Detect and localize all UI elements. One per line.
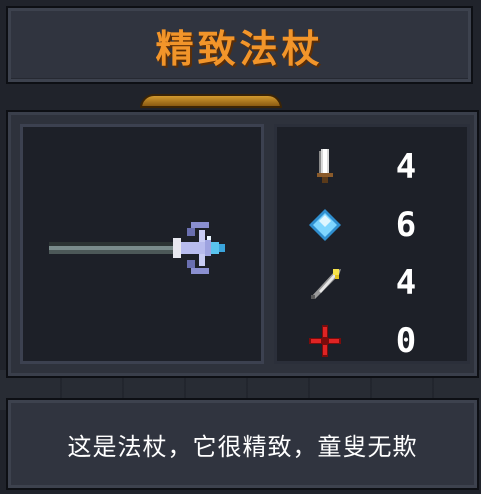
weapon-info-popup: 精致法杖 4 6 4 0 这是法杖，它很精致，童叟无欺 bbox=[0, 0, 481, 494]
item-preview bbox=[20, 124, 264, 364]
stats-panel: 4 6 4 0 bbox=[274, 124, 470, 364]
chest-lid bbox=[140, 94, 282, 108]
weapon-description: 这是法杖，它很精致，童叟无欺 bbox=[67, 432, 418, 461]
stat-value-energy: 6 bbox=[395, 205, 417, 245]
description-panel: 这是法杖，它很精致，童叟无欺 bbox=[6, 398, 479, 490]
stat-row-accuracy: 0 bbox=[277, 321, 473, 361]
stat-value-damage: 4 bbox=[395, 147, 417, 187]
stat-row-damage: 4 bbox=[277, 147, 473, 187]
diamond-icon bbox=[309, 209, 341, 241]
feather-icon bbox=[311, 269, 341, 299]
crosshair-icon bbox=[309, 325, 341, 357]
main-panel: 4 6 4 0 bbox=[6, 110, 479, 378]
staff-icon bbox=[49, 222, 225, 274]
title-panel: 精致法杖 bbox=[6, 6, 473, 84]
stat-value-crit: 4 bbox=[395, 263, 417, 303]
sword-icon bbox=[317, 149, 333, 183]
stat-row-energy: 6 bbox=[277, 205, 473, 245]
weapon-name: 精致法杖 bbox=[155, 26, 324, 71]
stat-value-accuracy: 0 bbox=[395, 321, 417, 361]
stat-row-crit: 4 bbox=[277, 263, 473, 303]
